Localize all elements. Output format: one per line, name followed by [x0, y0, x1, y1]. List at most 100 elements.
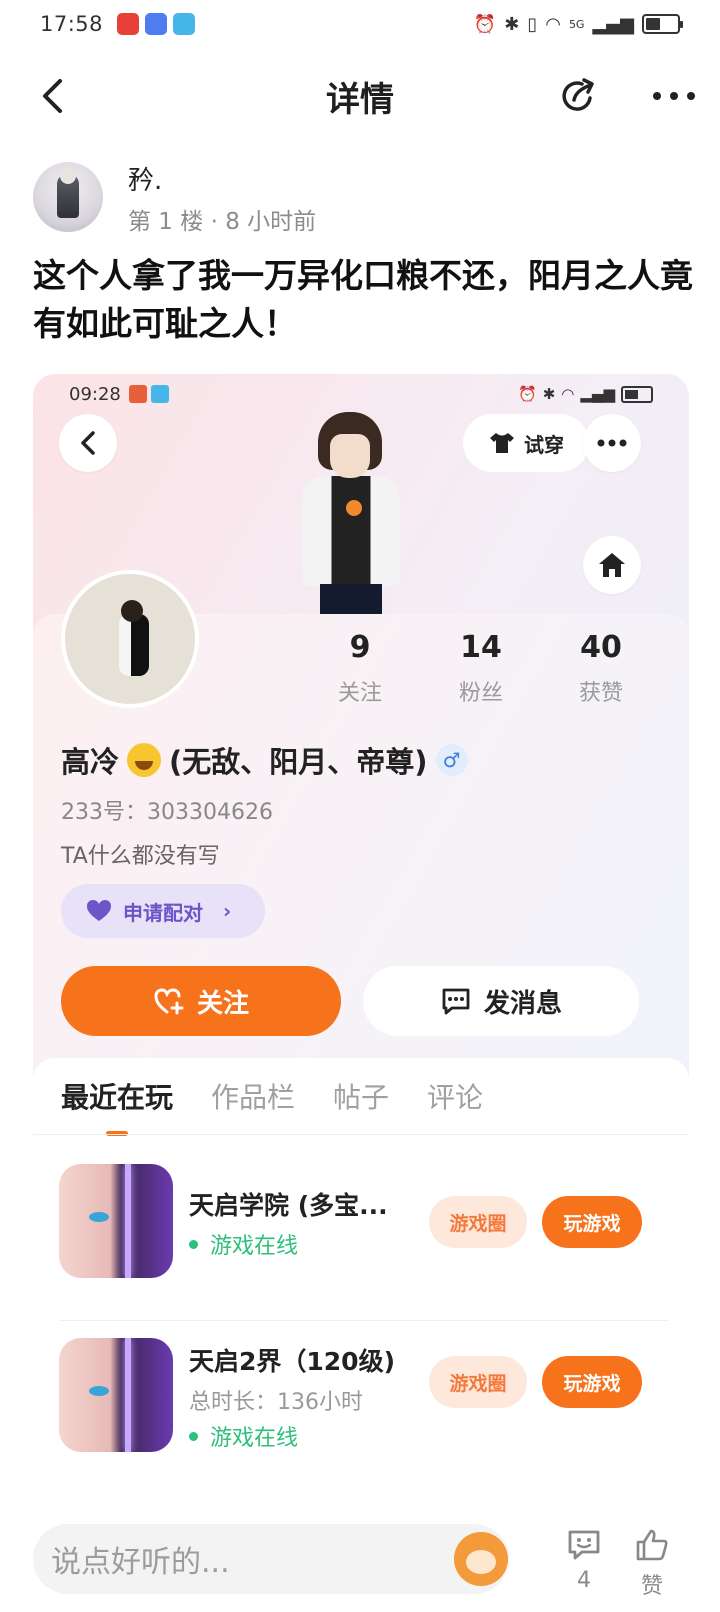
tab-works: 作品栏 [211, 1081, 296, 1114]
inner-book-icon [150, 385, 169, 403]
inner-more-icon [583, 414, 641, 472]
game-playtime: 总时长：136小时 [189, 1390, 363, 1415]
stat-label: 获赞 [578, 681, 623, 706]
comment-count: 4 [577, 1568, 591, 1593]
nickname-suffix: (无敌、阳月、帝尊) [169, 745, 428, 779]
stat-label: 粉丝 [458, 681, 503, 706]
game-status-label: 游戏在线 [210, 1426, 299, 1451]
user-id: 233号：303304626 [61, 800, 273, 825]
book-app-icon [173, 13, 196, 35]
game-status: 游戏在线 [189, 1228, 298, 1260]
tab-comments: 评论 [427, 1081, 484, 1114]
heart-icon [87, 900, 111, 921]
male-gender-icon: ♂ [435, 744, 468, 776]
stat-value: 40 [580, 630, 622, 665]
try-on-label: 试穿 [524, 432, 564, 457]
inner-battery-icon [621, 385, 653, 403]
share-icon[interactable] [556, 72, 604, 120]
inner-status-time: 09:28 [69, 383, 121, 405]
post-text: 这个人拿了我一万异化口粮不还，阳月之人竟有如此可耻之人！ [33, 256, 693, 343]
status-time: 17:58 [40, 12, 104, 36]
follow-button: 关注 [61, 966, 341, 1036]
character-avatar-figure [288, 404, 414, 624]
inner-app-icon [128, 385, 147, 403]
follow-label: 关注 [196, 988, 249, 1019]
user-bio: TA什么都没有写 [61, 844, 220, 869]
game-row: 天启学院 (多宝... 游戏在线 游戏圈 玩游戏 [33, 1158, 689, 1294]
comment-placeholder: 说点好听的... [51, 1545, 230, 1580]
inner-wifi-icon: ◠ [561, 385, 575, 403]
message-label: 发消息 [483, 988, 562, 1019]
play-game-button: 玩游戏 [542, 1356, 642, 1408]
game-status: 游戏在线 [189, 1420, 298, 1452]
stat-following: 9 关注 [310, 630, 410, 707]
stat-likes: 40 获赞 [551, 630, 651, 707]
more-icon[interactable] [648, 72, 700, 120]
back-icon[interactable] [28, 72, 76, 120]
game-circle-button: 游戏圈 [429, 1196, 527, 1248]
tabs-divider [33, 1134, 689, 1135]
status-bar: 17:58 ⏰ ✱ ▯ ◠ 5G ▂▄▆ [0, 0, 720, 48]
chevron-right-icon: › [223, 899, 232, 923]
game-status-label: 游戏在线 [210, 1234, 299, 1259]
play-game-button: 玩游戏 [542, 1196, 642, 1248]
like-action[interactable]: 赞 [622, 1528, 682, 1600]
inner-signal-icon: ▂▄▆ [580, 385, 615, 403]
page-title: 详情 [326, 79, 394, 120]
game-circle-button: 游戏圈 [429, 1356, 527, 1408]
pair-request-button: 申请配对 › [61, 884, 265, 938]
stat-value: 9 [349, 630, 371, 665]
profile-tabs-area: 最近在玩 作品栏 帖子 评论 天启学院 (多宝... 游戏在线 游戏圈 玩游戏 … [33, 1058, 689, 1504]
try-on-button: 试穿 [463, 414, 589, 472]
signal-label: 5G [568, 17, 585, 31]
game-title: 天启2界（120级) [189, 1347, 396, 1376]
stat-value: 14 [460, 630, 502, 665]
bluetooth-icon: ✱ [504, 13, 520, 35]
like-label: 赞 [640, 1574, 663, 1599]
pair-label: 申请配对 [123, 900, 203, 925]
comment-action[interactable]: 4 [554, 1528, 614, 1593]
heart-plus-icon [154, 988, 184, 1015]
message-button: 发消息 [363, 966, 639, 1036]
laughing-emoji-icon [127, 743, 162, 777]
game-row: 天启2界（120级) 总时长：136小时 游戏在线 游戏圈 玩游戏 [33, 1338, 689, 1474]
vibrate-icon: ▯ [527, 13, 538, 35]
post-meta: 第 1 楼 · 8 小时前 [128, 209, 317, 235]
online-dot-icon [189, 1431, 198, 1441]
inner-system-icons: ⏰ ✱ ◠ ▂▄▆ [518, 385, 653, 403]
stat-fans: 14 粉丝 [431, 630, 531, 707]
row-divider [59, 1320, 669, 1321]
profile-nickname: 高冷 (无敌、阳月、帝尊) ♂ [61, 739, 468, 781]
battery-icon [642, 14, 683, 34]
chat-icon [442, 988, 470, 1015]
shirt-icon [490, 433, 514, 453]
home-icon [583, 536, 641, 594]
online-dot-icon [189, 1239, 198, 1249]
tab-recent: 最近在玩 [61, 1076, 173, 1136]
author-name[interactable]: 矜. [128, 160, 162, 197]
post-image[interactable]: 09:28 ⏰ ✱ ◠ ▂▄▆ 试穿 9 关注 14 粉丝 40 获赞 高冷 (… [33, 374, 689, 1504]
inner-bluetooth-icon: ✱ [542, 385, 556, 403]
comment-input[interactable]: 说点好听的... [33, 1524, 509, 1594]
inner-back-icon [59, 414, 117, 472]
cell-signal-icon: ▂▄▆ [592, 13, 634, 35]
system-icons: ⏰ ✱ ▯ ◠ 5G ▂▄▆ [473, 13, 683, 35]
store-app-icon [145, 13, 168, 35]
nickname-prefix: 高冷 [61, 745, 120, 779]
nav-bar: 详情 [0, 58, 720, 134]
profile-tabs: 最近在玩 作品栏 帖子 评论 [61, 1076, 484, 1136]
notification-icons [117, 13, 196, 35]
alarm-icon: ⏰ [473, 13, 497, 35]
stat-label: 关注 [337, 681, 382, 706]
wifi-icon: ◠ [545, 13, 561, 35]
comment-icon [568, 1530, 600, 1560]
game-title: 天启学院 (多宝... [189, 1191, 388, 1220]
mascot-emoji-icon[interactable] [454, 1532, 508, 1586]
author-avatar[interactable] [33, 162, 103, 232]
profile-avatar [61, 570, 199, 708]
tab-posts: 帖子 [333, 1081, 390, 1114]
game-icon [59, 1338, 173, 1452]
game-icon [59, 1164, 173, 1278]
thumbs-up-icon [636, 1529, 668, 1561]
news-app-icon [117, 13, 140, 35]
